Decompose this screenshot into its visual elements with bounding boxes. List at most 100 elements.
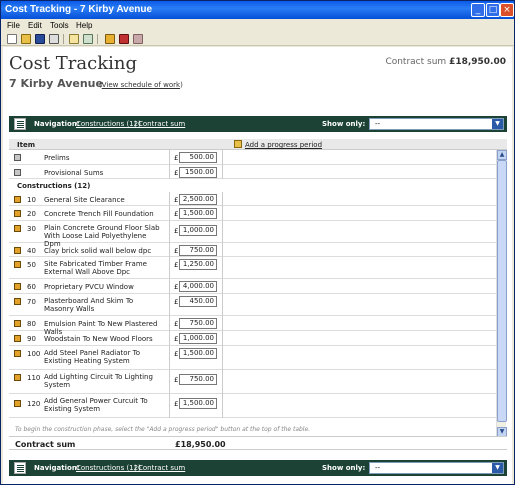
navigation-label: Navigation:: [34, 464, 80, 472]
edit-icon[interactable]: [14, 154, 21, 161]
row-value-input[interactable]: 450.00: [179, 296, 217, 307]
table-row: 70 Plasterboard And Skim To Masonry Wall…: [9, 294, 496, 316]
row-description: Plasterboard And Skim To Masonry Walls: [44, 297, 134, 313]
row-description: Provisional Sums: [44, 169, 104, 177]
construction-icon[interactable]: [14, 247, 21, 254]
currency-symbol: £: [174, 196, 179, 204]
currency-symbol: £: [174, 154, 179, 162]
row-code: 110: [27, 374, 41, 382]
row-code: 50: [27, 261, 36, 269]
title-bar[interactable]: Cost Tracking - 7 Kirby Avenue _ □ ×: [1, 1, 514, 19]
row-code: 30: [27, 225, 36, 233]
menu-tools[interactable]: Tools: [50, 21, 69, 30]
navigation-label: Navigation:: [34, 120, 80, 128]
view-schedule-link[interactable]: View schedule of work: [102, 81, 180, 89]
row-value-input[interactable]: 1500.00: [179, 167, 217, 178]
row-code: 70: [27, 298, 36, 306]
table-row: 120 Add General Power Curcuit To Existin…: [9, 394, 496, 418]
nav-contract-sum-link[interactable]: Contract sum: [138, 464, 185, 472]
save-icon[interactable]: [35, 34, 45, 44]
maximize-button[interactable]: □: [486, 3, 500, 17]
group-header-constructions: Constructions (12): [17, 182, 91, 190]
scroll-up-icon[interactable]: ▲: [497, 150, 507, 160]
item-column-header: Item: [17, 141, 35, 149]
table-row: 60 Proprietary PVCU Window £ 4,000.00: [9, 279, 496, 294]
scroll-thumb[interactable]: [497, 160, 507, 422]
row-value-input[interactable]: 1,500.00: [179, 348, 217, 359]
menu-file[interactable]: File: [7, 21, 20, 30]
row-value-input[interactable]: 1,500.00: [179, 398, 217, 409]
contract-sum-label: Contract sum: [385, 57, 447, 67]
menu-edit[interactable]: Edit: [28, 21, 42, 30]
table-icon[interactable]: [133, 34, 143, 44]
construction-icon[interactable]: [14, 261, 21, 268]
row-value-input[interactable]: 750.00: [179, 318, 217, 329]
row-code: 60: [27, 283, 36, 291]
edit-icon[interactable]: [14, 169, 21, 176]
row-value-input[interactable]: 500.00: [179, 152, 217, 163]
row-value-input[interactable]: 2,500.00: [179, 194, 217, 205]
construction-icon[interactable]: [14, 298, 21, 305]
minimize-button[interactable]: _: [471, 3, 485, 17]
construction-icon[interactable]: [14, 196, 21, 203]
currency-symbol: £: [174, 350, 179, 358]
row-code: 90: [27, 335, 36, 343]
table-row: 40 Clay brick solid wall below dpc £ 750…: [9, 243, 496, 257]
row-code: 10: [27, 196, 36, 204]
nav-constructions-link[interactable]: Constructions (12): [76, 120, 141, 128]
new-file-icon[interactable]: [7, 34, 17, 44]
bookmark-icon[interactable]: [105, 34, 115, 44]
row-value-input[interactable]: 1,000.00: [179, 225, 217, 236]
toolbar-separator: [63, 34, 64, 44]
print-icon[interactable]: [49, 34, 59, 44]
add-progress-period-link[interactable]: Add a progress period: [245, 141, 322, 149]
grid-icon[interactable]: [119, 34, 129, 44]
close-button[interactable]: ×: [500, 3, 514, 17]
table-hint: To begin the construction phase, select …: [15, 426, 311, 433]
row-code: 20: [27, 210, 36, 218]
row-value-input[interactable]: 750.00: [179, 245, 217, 256]
chevron-down-icon[interactable]: ▼: [492, 119, 503, 129]
contract-sum-value: £18,950.00: [449, 57, 506, 67]
export-icon[interactable]: [83, 34, 93, 44]
show-only-value: --: [375, 464, 381, 472]
construction-icon[interactable]: [14, 225, 21, 232]
currency-symbol: £: [174, 169, 179, 177]
row-value-input[interactable]: 4,000.00: [179, 281, 217, 292]
row-value-input[interactable]: 1,250.00: [179, 259, 217, 270]
nav-separator: |: [134, 120, 137, 128]
construction-icon[interactable]: [14, 210, 21, 217]
table-scrollbar[interactable]: ▲ ▼: [496, 150, 507, 437]
table-header: Item Add a progress period: [9, 139, 507, 150]
group-header-row: Constructions (12): [9, 179, 496, 192]
row-value-input[interactable]: 750.00: [179, 374, 217, 385]
show-only-select[interactable]: -- ▼: [369, 462, 504, 474]
construction-icon[interactable]: [14, 320, 21, 327]
construction-icon[interactable]: [14, 400, 21, 407]
row-value-input[interactable]: 1,000.00: [179, 333, 217, 344]
construction-icon[interactable]: [14, 374, 21, 381]
navigation-bar-bottom: Navigation: Constructions (12) | Contrac…: [9, 460, 507, 476]
total-label: Contract sum: [15, 440, 76, 449]
row-code: 40: [27, 247, 36, 255]
show-only-select[interactable]: -- ▼: [369, 118, 504, 130]
toolbar: [1, 32, 514, 46]
construction-icon[interactable]: [14, 350, 21, 357]
total-value: £18,950.00: [175, 440, 226, 449]
row-value-input[interactable]: 1,500.00: [179, 208, 217, 219]
open-folder-icon[interactable]: [21, 34, 31, 44]
cost-table: Prelims £ 500.00 Provisional Sums £ 1500…: [9, 150, 496, 437]
nav-constructions-link[interactable]: Constructions (12): [76, 464, 141, 472]
row-code: 100: [27, 350, 41, 358]
table-row: 110 Add Lighting Circuit To Lighting Sys…: [9, 370, 496, 394]
currency-symbol: £: [174, 210, 179, 218]
construction-icon[interactable]: [14, 335, 21, 342]
menu-help[interactable]: Help: [76, 21, 92, 30]
row-description: Site Fabricated Timber Frame External Wa…: [44, 260, 147, 276]
add-period-icon[interactable]: [234, 140, 242, 148]
chevron-down-icon[interactable]: ▼: [492, 463, 503, 473]
construction-icon[interactable]: [14, 283, 21, 290]
mail-icon[interactable]: [69, 34, 79, 44]
nav-contract-sum-link[interactable]: Contract sum: [138, 120, 185, 128]
row-description: Proprietary PVCU Window: [44, 283, 134, 291]
